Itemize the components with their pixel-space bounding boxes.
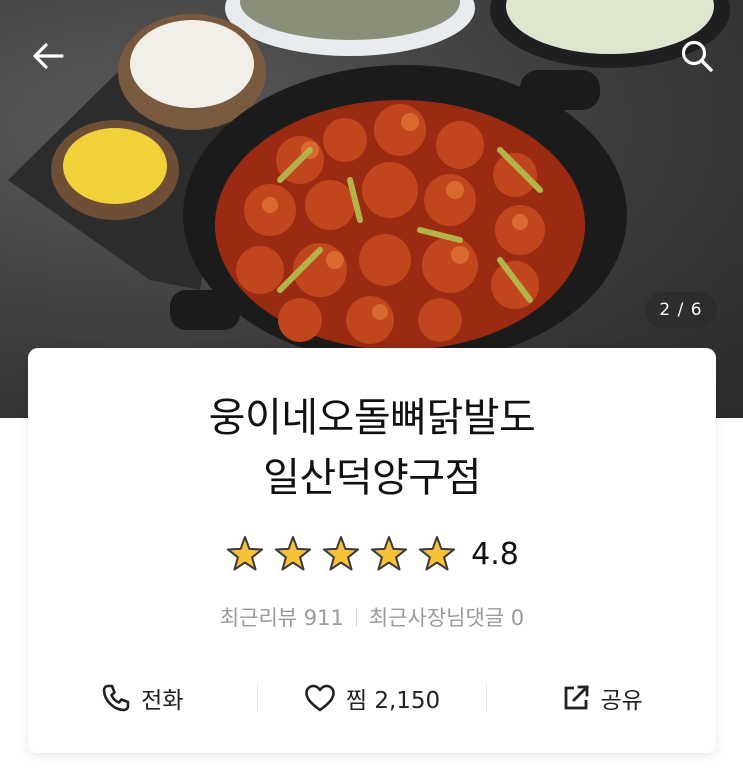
store-name-line1: 웅이네오돌뼈닭발도 [208, 395, 536, 441]
back-button[interactable] [24, 32, 72, 80]
owner-comments-count[interactable]: 최근사장님댓글 0 [369, 602, 524, 632]
share-button[interactable]: 공유 [487, 670, 716, 726]
star-icon [419, 536, 456, 571]
review-stats[interactable]: 최근리뷰 911 최근사장님댓글 0 [28, 600, 716, 634]
rating-row: 4.8 [28, 532, 716, 576]
call-label: 전화 [141, 688, 184, 714]
like-label: 찜 2,150 [345, 688, 441, 714]
divider [355, 608, 357, 626]
star-icon [275, 536, 312, 571]
phone-icon [102, 684, 130, 712]
call-button[interactable]: 전화 [28, 670, 257, 726]
share-label: 공유 [600, 688, 643, 714]
search-button[interactable] [673, 32, 721, 80]
like-button[interactable]: 찜 2,150 [258, 670, 487, 726]
store-name: 웅이네오돌뼈닭발도 일산덕양구점 [28, 388, 716, 508]
star-rating [225, 534, 457, 574]
arrow-left-icon [33, 43, 64, 69]
rating-value: 4.8 [471, 536, 519, 572]
share-icon [564, 685, 589, 710]
action-bar: 전화 찜 2,150 공유 [28, 670, 716, 726]
star-icon [227, 536, 264, 571]
store-info-card: 웅이네오돌뼈닭발도 일산덕양구점 4.8 최근리뷰 911 최근사장님댓글 0 … [28, 348, 716, 753]
search-icon [681, 40, 713, 72]
image-counter-badge: 2 / 6 [645, 292, 717, 328]
star-icon [323, 536, 360, 571]
heart-outline-icon [305, 684, 335, 712]
star-icon [371, 536, 408, 571]
store-name-line2: 일산덕양구점 [263, 455, 481, 501]
recent-reviews-count[interactable]: 최근리뷰 911 [220, 602, 344, 632]
